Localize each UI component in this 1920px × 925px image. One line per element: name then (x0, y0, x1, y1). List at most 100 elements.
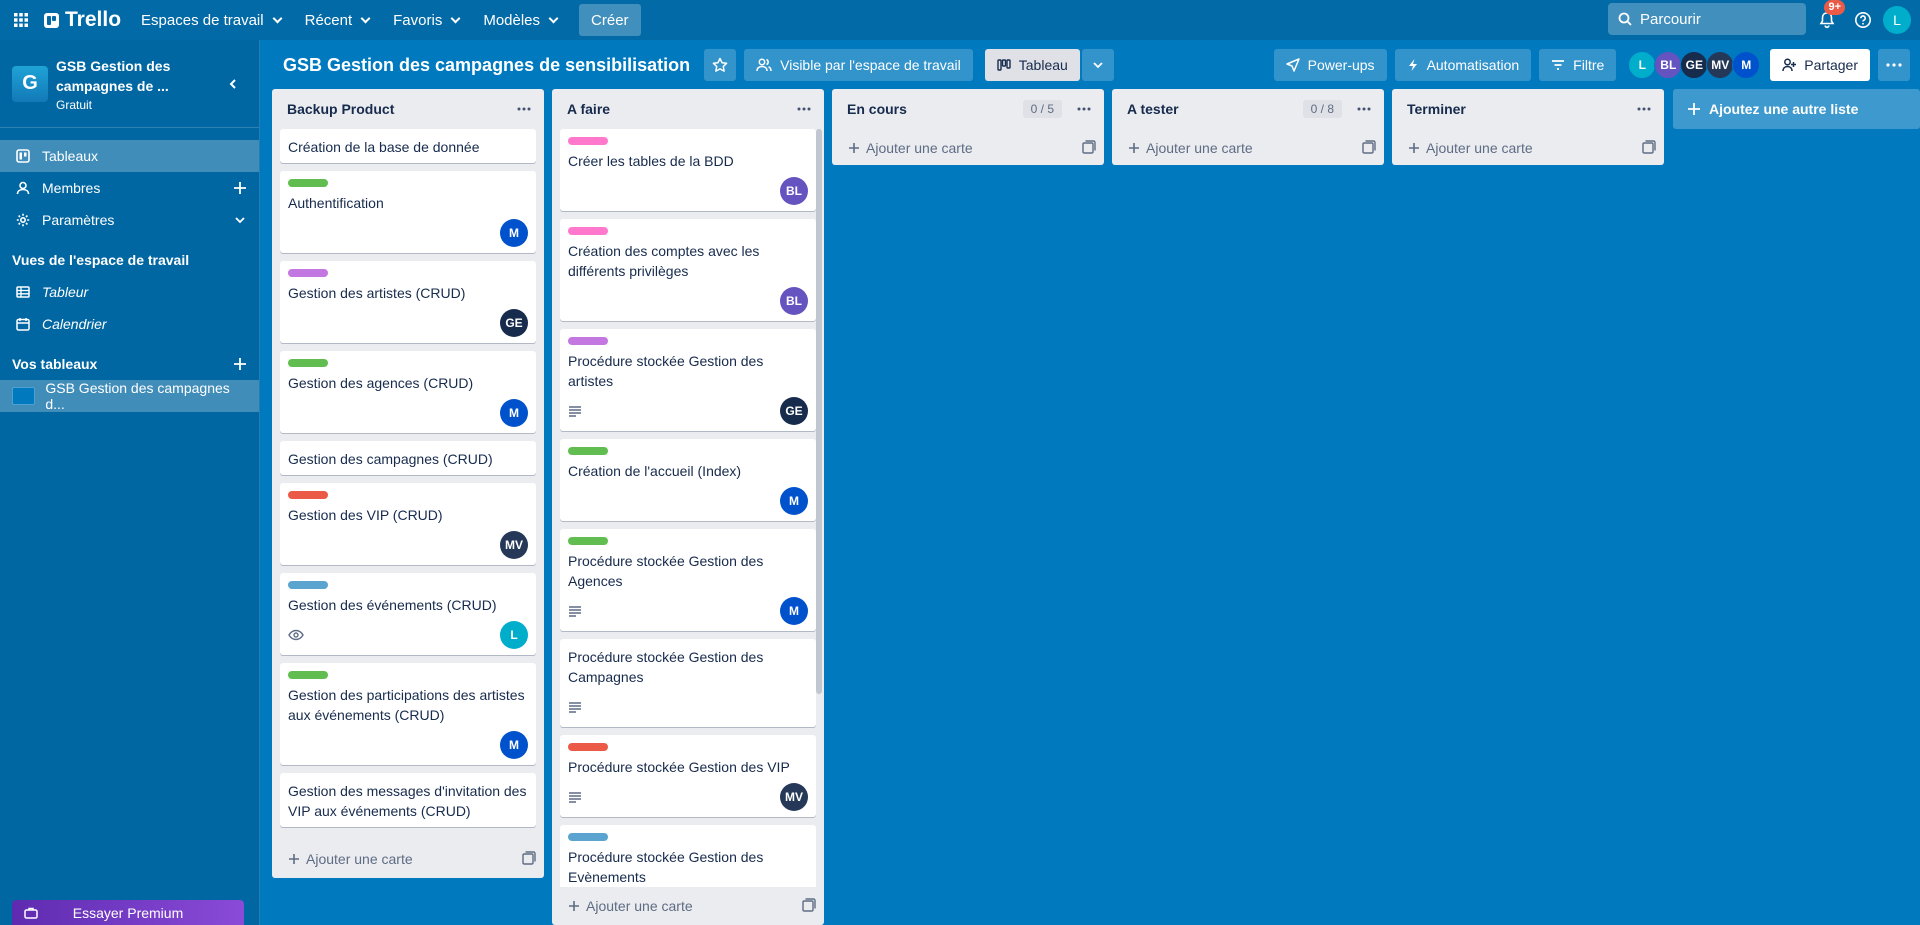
card-label[interactable] (568, 447, 608, 455)
list-title[interactable]: Backup Product (287, 101, 394, 117)
card-label[interactable] (288, 491, 328, 499)
member-avatar[interactable]: GE (1680, 51, 1709, 79)
list-scrollbar[interactable] (816, 129, 822, 694)
member-avatar[interactable]: M (1732, 51, 1761, 79)
member-avatar[interactable]: BL (1654, 51, 1683, 79)
card[interactable]: Gestion des artistes (CRUD) GE (280, 261, 536, 343)
star-button[interactable] (704, 49, 737, 81)
card[interactable]: Procédure stockée Gestion des Campagnes (560, 639, 816, 727)
card[interactable]: Procédure stockée Gestion des Evènements (560, 825, 816, 887)
nav-templates[interactable]: Modèles (471, 4, 569, 36)
add-card-button[interactable]: Ajouter une carte (1392, 129, 1664, 167)
add-card-button[interactable]: Ajouter une carte (552, 887, 824, 925)
create-from-template-button[interactable] (1362, 139, 1376, 157)
card-label[interactable] (568, 537, 608, 545)
create-button[interactable]: Créer (579, 4, 641, 36)
card-member-avatar[interactable]: L (500, 621, 528, 649)
plus-icon[interactable] (233, 357, 247, 371)
add-card-button[interactable]: Ajouter une carte (832, 129, 1104, 167)
list-header[interactable]: Backup Product (272, 89, 544, 129)
card[interactable]: Gestion des participations des artistes … (280, 663, 536, 765)
user-avatar[interactable]: L (1883, 6, 1911, 34)
share-button[interactable]: Partager (1770, 49, 1870, 81)
card-member-avatar[interactable]: M (780, 487, 808, 515)
powerups-button[interactable]: Power-ups (1273, 49, 1387, 81)
card-member-avatar[interactable]: BL (780, 177, 808, 205)
automation-button[interactable]: Automatisation (1394, 49, 1532, 81)
card-member-avatar[interactable]: M (500, 731, 528, 759)
board-menu-button[interactable] (1878, 49, 1910, 81)
search-input[interactable]: Parcourir (1608, 3, 1806, 35)
nav-recent[interactable]: Récent (293, 4, 382, 36)
list-header[interactable]: En cours 0 / 5 (832, 89, 1104, 129)
board-title[interactable]: GSB Gestion des campagnes de sensibilisa… (283, 55, 690, 76)
list-header[interactable]: A faire (552, 89, 824, 129)
list-title[interactable]: A faire (567, 101, 610, 117)
card[interactable]: Gestion des agences (CRUD) M (280, 351, 536, 433)
workspace-name[interactable]: GSB Gestion des campagnes de ... (56, 56, 186, 96)
card-label[interactable] (288, 269, 328, 277)
member-avatar[interactable]: L (1628, 51, 1657, 79)
list-menu-button[interactable] (792, 97, 816, 121)
create-from-template-button[interactable] (1082, 139, 1096, 157)
card[interactable]: Créer les tables de la BDD BL (560, 129, 816, 211)
card[interactable]: Gestion des messages d'invitation des VI… (280, 773, 536, 827)
filter-button[interactable]: Filtre (1539, 49, 1617, 81)
trello-logo[interactable]: Trello (36, 4, 129, 36)
card[interactable]: Procédure stockée Gestion des Agences M (560, 529, 816, 631)
card-member-avatar[interactable]: MV (500, 531, 528, 559)
sidebar-item-table-view[interactable]: Tableur (0, 276, 259, 308)
card-member-avatar[interactable]: M (780, 597, 808, 625)
list-title[interactable]: Terminer (1407, 101, 1466, 117)
card-label[interactable] (288, 179, 328, 187)
card-member-avatar[interactable]: BL (780, 287, 808, 315)
card-label[interactable] (568, 137, 608, 145)
nav-workspaces[interactable]: Espaces de travail (129, 4, 293, 36)
visibility-button[interactable]: Visible par l'espace de travail (744, 49, 973, 81)
chevron-down-icon[interactable] (233, 213, 247, 227)
card-member-avatar[interactable]: MV (780, 783, 808, 811)
card[interactable]: Création des comptes avec les différents… (560, 219, 816, 321)
card-label[interactable] (288, 671, 328, 679)
create-from-template-button[interactable] (1642, 139, 1656, 157)
card-member-avatar[interactable]: GE (500, 309, 528, 337)
card-member-avatar[interactable]: M (500, 219, 528, 247)
collapse-sidebar-button[interactable] (219, 70, 247, 98)
card-label[interactable] (568, 743, 608, 751)
sidebar-item-members[interactable]: Membres (0, 172, 259, 204)
app-switcher-icon[interactable] (6, 5, 36, 35)
view-dropdown-button[interactable] (1081, 49, 1114, 81)
list-title[interactable]: En cours (847, 101, 907, 117)
card-member-avatar[interactable]: GE (780, 397, 808, 425)
view-switcher-board[interactable]: Tableau (984, 49, 1080, 81)
sidebar-board-item[interactable]: GSB Gestion des campagnes d... (0, 380, 259, 412)
card-label[interactable] (288, 581, 328, 589)
card[interactable]: Gestion des VIP (CRUD) MV (280, 483, 536, 565)
list-header[interactable]: Terminer (1392, 89, 1664, 129)
try-premium-button[interactable]: Essayer Premium (12, 900, 244, 925)
card[interactable]: Création de l'accueil (Index) M (560, 439, 816, 521)
notifications-button[interactable]: 9+ (1812, 0, 1845, 35)
sidebar-item-settings[interactable]: Paramètres (0, 204, 259, 236)
member-avatar[interactable]: MV (1706, 51, 1735, 79)
card[interactable]: Création de la base de donnée (280, 129, 536, 163)
nav-favorites[interactable]: Favoris (381, 4, 471, 36)
add-card-button[interactable]: Ajouter une carte (1112, 129, 1384, 167)
help-button[interactable] (1848, 5, 1878, 35)
list-header[interactable]: A tester 0 / 8 (1112, 89, 1384, 129)
list-menu-button[interactable] (512, 97, 536, 121)
card-label[interactable] (288, 359, 328, 367)
list-title[interactable]: A tester (1127, 101, 1179, 117)
card[interactable]: Procédure stockée Gestion des artistes GE (560, 329, 816, 431)
add-card-button[interactable]: Ajouter une carte (272, 840, 544, 878)
sidebar-item-calendar-view[interactable]: Calendrier (0, 308, 259, 340)
card-label[interactable] (568, 337, 608, 345)
list-menu-button[interactable] (1352, 97, 1376, 121)
list-menu-button[interactable] (1632, 97, 1656, 121)
create-from-template-button[interactable] (802, 897, 816, 915)
card[interactable]: Procédure stockée Gestion des VIP MV (560, 735, 816, 817)
sidebar-item-boards[interactable]: Tableaux (0, 140, 259, 172)
card-label[interactable] (568, 227, 608, 235)
card[interactable]: Authentification M (280, 171, 536, 253)
plus-icon[interactable] (233, 181, 247, 195)
